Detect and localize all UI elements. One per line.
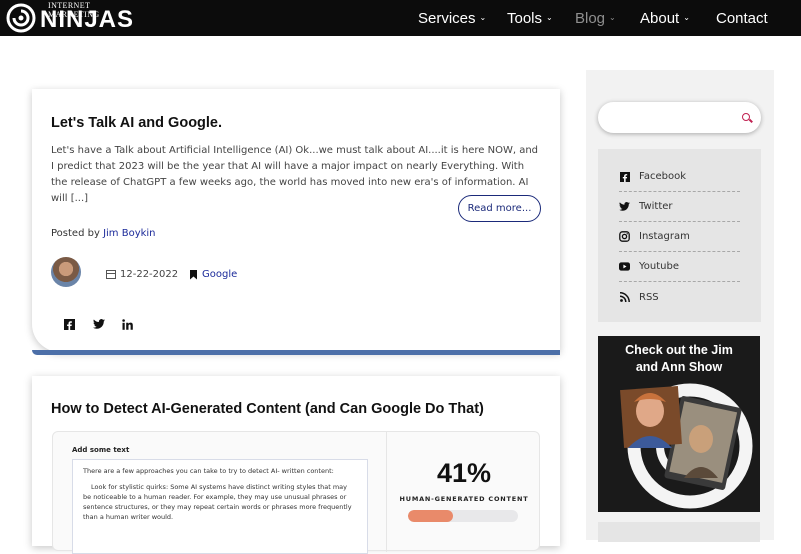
embed-text-area[interactable]: There are a few approaches you can take … — [72, 459, 368, 554]
nav-label: Services — [418, 9, 476, 27]
author-link[interactable]: Jim Boykin — [103, 228, 155, 239]
human-percent-bar — [408, 510, 518, 522]
social-link-facebook[interactable]: Facebook — [619, 162, 740, 192]
top-navigation-bar: INTERNET MARKETING NINJAS Services ⌄ Tool… — [0, 0, 801, 36]
search-box — [598, 102, 761, 133]
embed-input-panel: Add some text There are a few approaches… — [53, 432, 387, 554]
social-label: Youtube — [639, 261, 679, 272]
chevron-down-icon: ⌄ — [546, 12, 553, 22]
post-category[interactable]: Google — [190, 269, 237, 280]
facebook-icon[interactable] — [62, 317, 76, 331]
social-link-rss[interactable]: RSS — [619, 282, 740, 312]
youtube-icon — [619, 261, 630, 272]
jim-and-ann-show-banner[interactable]: Check out the Jim and Ann Show — [598, 336, 760, 512]
nav-item-contact[interactable]: Contact — [716, 0, 768, 36]
post-title[interactable]: How to Detect AI-Generated Content (and … — [51, 401, 484, 417]
nav-item-about[interactable]: About ⌄ — [640, 0, 690, 36]
human-percent-bar-fill — [408, 510, 454, 522]
calendar-icon — [106, 270, 116, 279]
facebook-icon — [619, 171, 630, 182]
nav-label: Tools — [507, 9, 543, 27]
nav-label: Blog — [575, 9, 606, 27]
post-date: 12-22-2022 — [106, 269, 178, 280]
show-title: Check out the Jim and Ann Show — [625, 343, 733, 374]
read-more-button[interactable]: Read more... — [458, 195, 541, 222]
nav-label: Contact — [716, 9, 768, 27]
social-link-twitter[interactable]: Twitter — [619, 192, 740, 222]
social-links: Facebook Twitter Instagram Youtube RSS — [598, 149, 761, 322]
search-input[interactable] — [610, 109, 735, 126]
nav-label: About — [640, 9, 680, 27]
social-label: Facebook — [639, 171, 686, 182]
byline-prefix: Posted by — [51, 228, 100, 239]
embed-label: Add some text — [72, 446, 130, 454]
human-percent: 41% — [436, 458, 492, 488]
category-link[interactable]: Google — [202, 269, 237, 280]
ai-detector-embed: Add some text There are a few approaches… — [52, 431, 540, 554]
linkedin-icon[interactable] — [120, 317, 134, 331]
post-card: Let's Talk AI and Google. Let's have a T… — [32, 89, 560, 352]
card-accent-bar — [32, 350, 560, 355]
social-link-instagram[interactable]: Instagram — [619, 222, 740, 252]
nav-item-blog[interactable]: Blog ⌄ — [575, 0, 616, 36]
sidebar-widget — [598, 522, 760, 542]
post-title[interactable]: Let's Talk AI and Google. — [51, 115, 222, 131]
rss-icon — [619, 292, 630, 303]
nav-item-tools[interactable]: Tools ⌄ — [507, 0, 553, 36]
instagram-icon — [619, 231, 630, 242]
human-percent-label: HUMAN-GENERATED CONTENT — [399, 495, 529, 503]
site-logo[interactable]: INTERNET MARKETING NINJAS — [4, 0, 134, 36]
logo-swirl-icon — [6, 3, 36, 33]
logo-wordmark: NINJAS — [40, 6, 135, 33]
embed-paragraph: There are a few approaches you can take … — [83, 467, 334, 475]
nav-item-services[interactable]: Services ⌄ — [418, 0, 486, 36]
social-label: Instagram — [639, 231, 690, 242]
twitter-icon[interactable] — [92, 317, 106, 331]
twitter-icon — [619, 201, 630, 212]
chevron-down-icon: ⌄ — [479, 12, 487, 22]
chevron-down-icon: ⌄ — [609, 12, 616, 22]
post-byline: Posted by Jim Boykin — [51, 228, 156, 239]
author-avatar[interactable] — [51, 257, 81, 287]
social-label: RSS — [639, 291, 659, 303]
chevron-down-icon: ⌄ — [683, 12, 690, 22]
social-link-youtube[interactable]: Youtube — [619, 252, 740, 282]
embed-paragraph: Look for stylistic quirks: Some AI syste… — [83, 483, 352, 521]
post-card: How to Detect AI-Generated Content (and … — [32, 376, 560, 554]
date-text: 12-22-2022 — [120, 269, 179, 280]
bookmark-icon — [190, 269, 197, 280]
search-icon[interactable] — [742, 113, 750, 121]
social-label: Twitter — [639, 201, 673, 212]
sidebar: Facebook Twitter Instagram Youtube RSS C… — [586, 70, 774, 542]
